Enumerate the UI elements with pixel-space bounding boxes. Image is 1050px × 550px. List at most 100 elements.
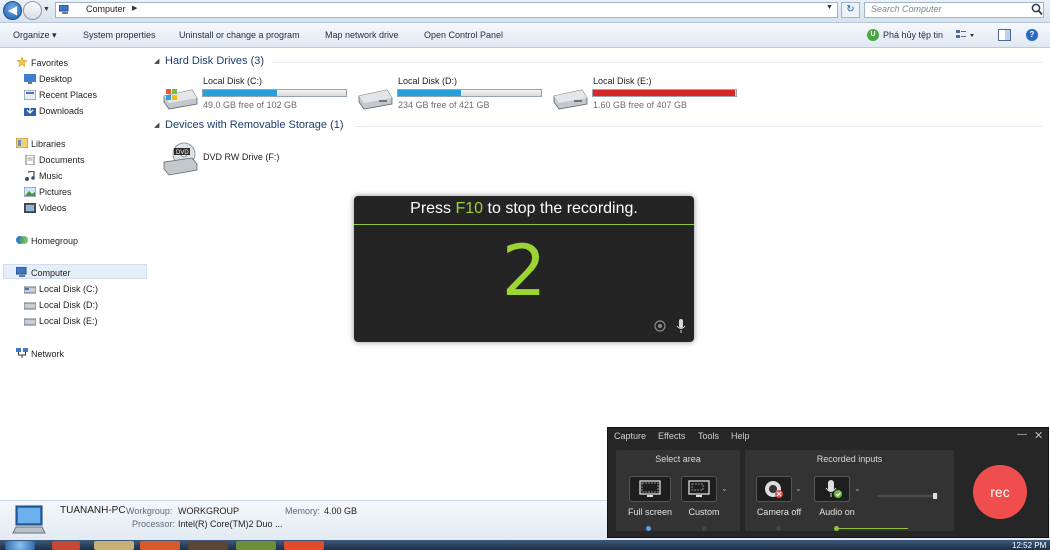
nav-local-disk-d[interactable]: Local Disk (D:) [39, 300, 98, 310]
local-disk-c-icon [24, 286, 36, 294]
camera-dropdown-icon[interactable]: ⌄ [795, 484, 802, 493]
search-placeholder: Search Computer [871, 4, 942, 14]
recent-pages-chevron-icon[interactable]: ▼ [43, 6, 51, 14]
nav-videos[interactable]: Videos [39, 203, 66, 213]
organize-label: Organize [13, 30, 50, 40]
taskbar-app-button[interactable] [188, 541, 228, 550]
breadcrumb-computer[interactable]: Computer [86, 4, 126, 14]
back-button[interactable]: ◀ [3, 1, 22, 20]
taskbar-app-button[interactable] [52, 541, 80, 550]
network-icon [16, 348, 28, 358]
nav-pictures[interactable]: Pictures [39, 187, 72, 197]
dvd-logo-text: DVD [176, 150, 189, 156]
section-divider [356, 126, 1042, 127]
nav-computer[interactable]: Computer [31, 268, 71, 278]
drive-c-name[interactable]: Local Disk (C:) [203, 76, 262, 86]
nav-local-disk-e[interactable]: Local Disk (E:) [39, 316, 98, 326]
nav-libraries[interactable]: Libraries [31, 139, 66, 149]
nav-homegroup[interactable]: Homegroup [31, 236, 78, 246]
processor-label: Processor: [132, 519, 176, 529]
open-control-panel-button[interactable]: Open Control Panel [424, 30, 503, 40]
nav-music[interactable]: Music [39, 171, 63, 181]
taskbar-app-button[interactable] [284, 541, 324, 550]
audio-dropdown-icon[interactable]: ⌄ [854, 484, 861, 493]
selection-indicator [646, 526, 651, 531]
drive-d-name[interactable]: Local Disk (D:) [398, 76, 457, 86]
full-screen-button[interactable] [629, 476, 671, 502]
menu-tools[interactable]: Tools [698, 431, 719, 441]
custom-area-icon [688, 480, 710, 497]
taskbar-app-button[interactable] [236, 541, 276, 550]
videos-icon [24, 203, 36, 213]
countdown-suffix: to stop the recording. [487, 200, 638, 217]
search-icon[interactable] [1031, 3, 1043, 16]
countdown-divider [354, 224, 694, 225]
close-icon[interactable]: ✕ [1034, 429, 1043, 442]
collapse-triangle-icon[interactable]: ◢ [154, 121, 159, 129]
drive-c-usage-bar [202, 89, 347, 97]
shred-files-button[interactable]: Phá hủy tệp tin [883, 30, 943, 40]
stop-hotkey: F10 [455, 200, 484, 217]
audio-label: Audio on [819, 507, 855, 517]
menu-effects[interactable]: Effects [658, 431, 685, 441]
minimize-icon[interactable]: — [1017, 429, 1027, 440]
taskbar-app-button[interactable] [94, 541, 134, 550]
map-network-drive-button[interactable]: Map network drive [325, 30, 399, 40]
drive-e-usage-bar [592, 89, 737, 97]
removable-storage-header[interactable]: Devices with Removable Storage (1) [165, 119, 344, 131]
libraries-icon [16, 138, 28, 148]
computer-icon [16, 267, 27, 277]
dvd-drive-name[interactable]: DVD RW Drive (F:) [203, 152, 279, 162]
preview-pane-icon[interactable] [998, 29, 1011, 41]
nav-favorites[interactable]: Favorites [31, 58, 68, 68]
address-dropdown-icon[interactable]: ▼ [826, 4, 833, 11]
forward-button[interactable] [23, 1, 42, 20]
address-input[interactable] [55, 2, 838, 18]
downloads-icon [24, 106, 36, 116]
drive-d-usage-bar [397, 89, 542, 97]
nav-documents[interactable]: Documents [39, 155, 85, 165]
drive-c-usage-fill [203, 90, 278, 96]
nav-network[interactable]: Network [31, 349, 64, 359]
audio-level-line [834, 528, 908, 529]
drive-e-free-space: 1.60 GB free of 407 GB [593, 100, 688, 110]
breadcrumb-chevron-icon[interactable]: ▶ [132, 4, 137, 12]
microphone-icon [676, 319, 686, 333]
full-screen-icon [639, 480, 661, 497]
hard-drive-icon [358, 89, 393, 110]
hard-drive-icon [553, 89, 588, 110]
recorded-inputs-title: Recorded inputs [816, 454, 883, 464]
help-icon[interactable]: ? [1026, 29, 1038, 41]
audio-volume-slider[interactable] [878, 493, 938, 499]
nav-downloads[interactable]: Downloads [39, 106, 84, 116]
change-view-icon[interactable] [955, 29, 975, 41]
drive-d-free-space: 234 GB free of 421 GB [398, 100, 490, 110]
system-properties-button[interactable]: System properties [83, 30, 156, 40]
menu-capture[interactable]: Capture [614, 431, 646, 441]
nav-desktop[interactable]: Desktop [39, 74, 72, 84]
start-button[interactable] [5, 541, 35, 550]
audio-toggle-button[interactable] [814, 476, 850, 502]
camera-toggle-button[interactable] [756, 476, 792, 502]
collapse-triangle-icon[interactable]: ◢ [154, 57, 159, 65]
taskbar-app-button[interactable] [140, 541, 180, 550]
favorites-star-icon [16, 57, 28, 67]
drive-e-name[interactable]: Local Disk (E:) [593, 76, 652, 86]
hard-disk-drives-header[interactable]: Hard Disk Drives (3) [165, 55, 264, 67]
menu-help[interactable]: Help [731, 431, 750, 441]
organize-button[interactable]: Organize ▾ [13, 30, 57, 41]
record-button[interactable]: rec [973, 465, 1027, 519]
full-screen-label: Full screen [627, 507, 672, 517]
volume-slider-thumb[interactable] [933, 493, 937, 499]
custom-area-button[interactable] [681, 476, 717, 502]
pc-name: TUANANH-PC [60, 505, 126, 516]
nav-recent-places[interactable]: Recent Places [39, 90, 97, 100]
homegroup-icon [16, 236, 28, 244]
taskbar-clock[interactable]: 12:52 PM [1012, 541, 1046, 550]
nav-local-disk-c[interactable]: Local Disk (C:) [39, 284, 98, 294]
refresh-button[interactable]: ↻ [841, 2, 860, 18]
uninstall-program-button[interactable]: Uninstall or change a program [179, 30, 300, 40]
drive-d-usage-fill [398, 90, 461, 96]
audio-on-icon [825, 480, 842, 498]
custom-area-dropdown-icon[interactable]: ⌄ [721, 484, 728, 493]
